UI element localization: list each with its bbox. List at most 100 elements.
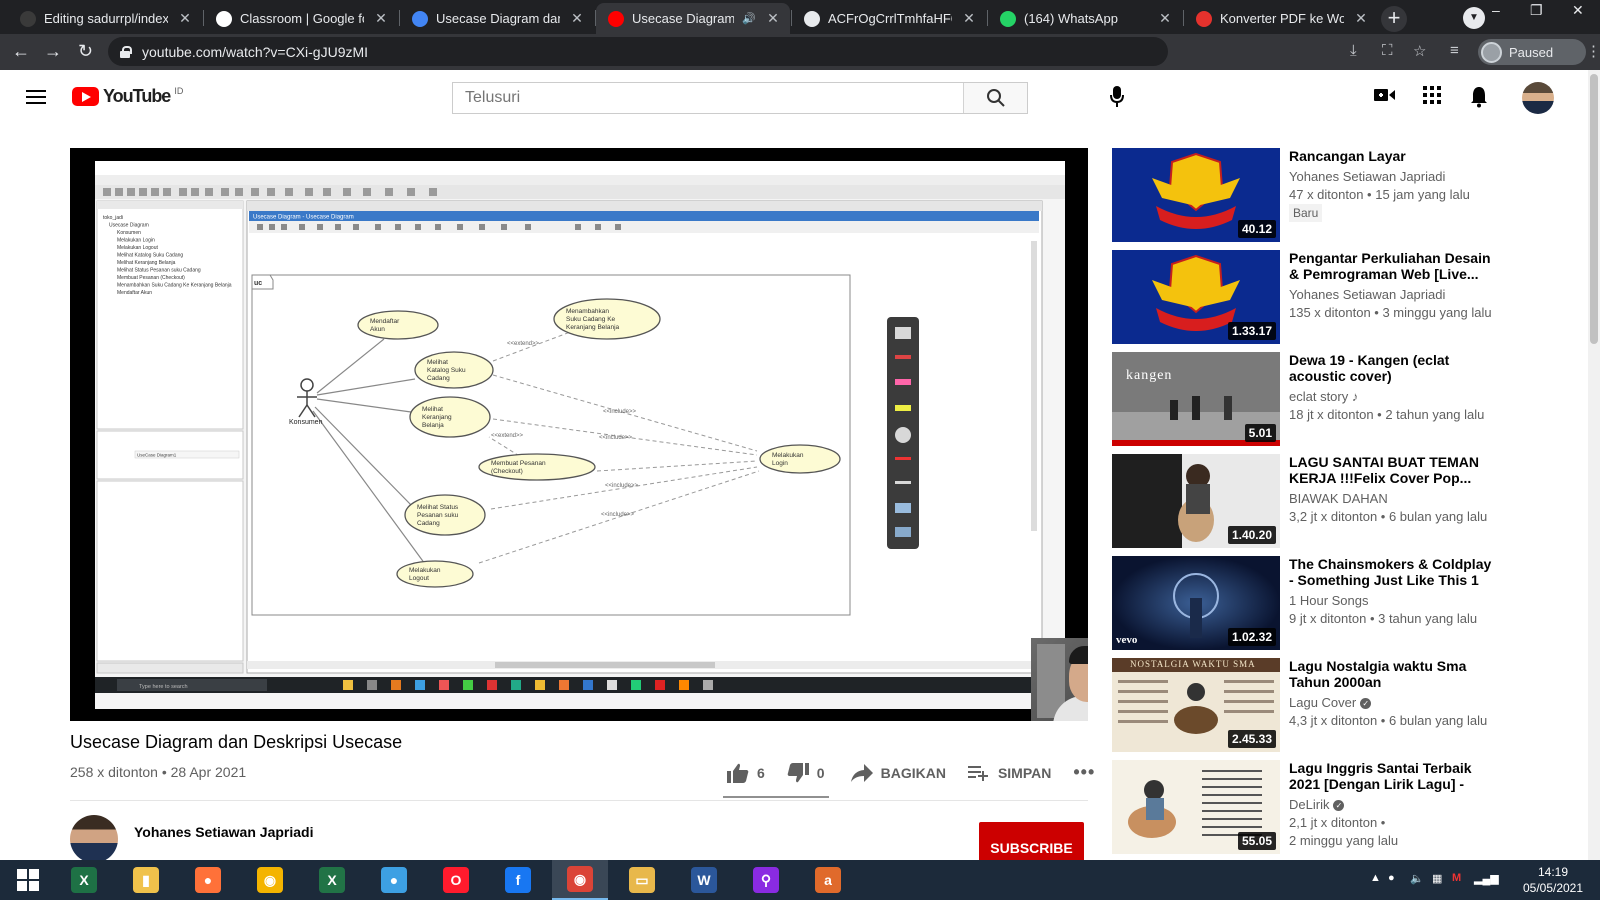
recommended-channel[interactable]: Yohanes Setiawan Japriadi	[1289, 169, 1445, 184]
search-input[interactable]	[453, 83, 963, 113]
recommended-title[interactable]: Pengantar Perkuliahan Desain & Pemrogram…	[1289, 250, 1494, 282]
close-tab-icon[interactable]: ✕	[568, 10, 586, 27]
usecase-pesan[interactable]	[478, 453, 596, 481]
minimize-icon[interactable]: –	[1492, 2, 1500, 18]
taskbar-app[interactable]: ●	[180, 860, 236, 900]
bookmark-star-icon[interactable]: ☆	[1413, 42, 1426, 60]
recommended-channel[interactable]: eclat story ♪	[1289, 389, 1358, 404]
recommended-video[interactable]: 1.33.17 Pengantar Perkuliahan Desain & Pe…	[1112, 250, 1492, 344]
scrollbar-thumb[interactable]	[1590, 74, 1598, 344]
browser-tab[interactable]: ACFrOgCrrlTmhfaHF6Vr ✕	[792, 3, 986, 34]
install-icon[interactable]: ⤓	[1350, 42, 1357, 59]
browser-tab[interactable]: Usecase Diagram da 🔊 ✕	[596, 3, 790, 34]
notifications-bell-icon[interactable]	[1470, 86, 1488, 108]
channel-avatar[interactable]	[70, 815, 118, 860]
browser-tab[interactable]: Editing sadurrpl/index.ht ✕	[8, 3, 202, 34]
tree-item[interactable]: Melihat Katalog Suku Cadang	[117, 253, 183, 259]
usecase-logout[interactable]	[396, 560, 474, 588]
recommended-channel[interactable]: Yohanes Setiawan Japriadi	[1289, 287, 1445, 302]
tree-item[interactable]: toko_jadi	[103, 215, 123, 221]
page-scrollbar[interactable]	[1588, 70, 1600, 860]
taskbar-app[interactable]: X	[304, 860, 360, 900]
video-thumbnail[interactable]: kangen 5.01	[1112, 352, 1280, 446]
hamburger-menu-icon[interactable]	[26, 90, 46, 104]
show-hidden-icons[interactable]: ▲	[1370, 872, 1381, 884]
taskbar-clock[interactable]: 14:19 05/05/2021	[1515, 864, 1591, 896]
tree-item[interactable]: Mendaftar Akun	[117, 290, 152, 296]
tree-item[interactable]: Melakukan Login	[117, 238, 155, 244]
media-control-icon[interactable]: ≡	[1450, 42, 1459, 59]
reload-icon[interactable]: ↻	[78, 41, 93, 61]
tray-keyboard-icon[interactable]: ▦	[1432, 872, 1442, 885]
account-avatar[interactable]	[1522, 82, 1554, 114]
channel-name[interactable]: Yohanes Setiawan Japriadi	[134, 824, 313, 840]
recommended-video[interactable]: 40.12 Rancangan Layar Yohanes Setiawan Jap…	[1112, 148, 1492, 242]
taskbar-app[interactable]: ◉	[242, 860, 298, 900]
search-button[interactable]	[963, 83, 1027, 113]
browser-menu-icon[interactable]: ⋮	[1586, 42, 1600, 60]
tree-item[interactable]: Konsumen	[117, 230, 141, 236]
close-tab-icon[interactable]: ✕	[1352, 10, 1370, 27]
recommended-title[interactable]: Rancangan Layar	[1289, 148, 1494, 164]
recommended-title[interactable]: Dewa 19 - Kangen (eclat acoustic cover)	[1289, 352, 1494, 384]
maximize-icon[interactable]: ❐	[1530, 2, 1543, 19]
recommended-channel[interactable]: 1 Hour Songs	[1289, 593, 1369, 608]
browser-tab[interactable]: (164) WhatsApp ✕	[988, 3, 1182, 34]
profile-button[interactable]: Paused	[1478, 39, 1586, 65]
video-thumbnail[interactable]: 1.40.20	[1112, 454, 1280, 548]
browser-tab[interactable]: Classroom | Google for E ✕	[204, 3, 398, 34]
recommended-channel[interactable]: DeLirik ✓	[1289, 797, 1345, 812]
video-thumbnail[interactable]: vevo 1.02.32	[1112, 556, 1280, 650]
close-tab-icon[interactable]: ✕	[372, 10, 390, 27]
close-tab-icon[interactable]: ✕	[176, 10, 194, 27]
taskbar-app[interactable]: ▮	[118, 860, 174, 900]
share-button[interactable]: BAGIKAN	[850, 763, 946, 782]
close-tab-icon[interactable]: ✕	[1156, 10, 1174, 27]
taskbar-app[interactable]: a	[800, 860, 856, 900]
video-player[interactable]: toko_jadi Usecase Diagram Konsumen Melakuka…	[70, 148, 1088, 721]
tree-item[interactable]: Usecase Diagram	[109, 223, 149, 229]
close-tab-icon[interactable]: ✕	[764, 10, 782, 27]
wifi-signal-icon[interactable]: ▂▄▆	[1474, 872, 1499, 885]
taskbar-app[interactable]: W	[676, 860, 732, 900]
new-tab-button[interactable]: +	[1381, 6, 1407, 32]
tree-item[interactable]: Melihat Status Pesanan suku Cadang	[117, 268, 201, 274]
recommended-channel[interactable]: Lagu Cover ✓	[1289, 695, 1372, 710]
taskbar-app[interactable]: ●	[366, 860, 422, 900]
save-button[interactable]: SIMPAN	[967, 765, 1051, 781]
taskbar-app[interactable]: ▭	[614, 860, 670, 900]
video-thumbnail[interactable]: NOSTALGIA WAKTU SMA 2.45.33	[1112, 658, 1280, 752]
taskbar-app[interactable]: ◉	[552, 860, 608, 900]
address-bar[interactable]: youtube.com/watch?v=CXi-gJU9zMI	[108, 37, 1168, 66]
tree-item[interactable]: Menambahkan Suku Cadang Ke Keranjang Bel…	[117, 283, 232, 289]
tree-item[interactable]: Membuat Pesanan (Checkout)	[117, 275, 185, 281]
recommended-video[interactable]: 1.40.20 LAGU SANTAI BUAT TEMAN KERJA !!!F…	[1112, 454, 1492, 548]
tab-audio-icon[interactable]: 🔊	[742, 12, 756, 25]
recommended-title[interactable]: LAGU SANTAI BUAT TEMAN KERJA !!!Felix Co…	[1289, 454, 1494, 486]
video-thumbnail[interactable]: 40.12	[1112, 148, 1280, 242]
close-tab-icon[interactable]: ✕	[960, 10, 978, 27]
video-thumbnail[interactable]: 1.33.17	[1112, 250, 1280, 344]
subscribe-button[interactable]: SUBSCRIBE	[979, 822, 1084, 860]
taskbar-app[interactable]: X	[56, 860, 112, 900]
translate-icon[interactable]: ⛶	[1382, 42, 1393, 59]
recommended-video[interactable]: kangen 5.01 Dewa 19 - Kangen (eclat acoust…	[1112, 352, 1492, 446]
create-video-icon[interactable]	[1374, 86, 1396, 104]
mcafee-icon[interactable]: M	[1452, 872, 1461, 884]
close-window-icon[interactable]: ✕	[1572, 2, 1584, 19]
youtube-logo[interactable]: YouTube ID	[72, 86, 183, 107]
video-thumbnail[interactable]: 55.05	[1112, 760, 1280, 854]
taskbar-app[interactable]: f	[490, 860, 546, 900]
recommended-title[interactable]: Lagu Inggris Santai Terbaik 2021 [Dengan…	[1289, 760, 1494, 792]
apps-grid-icon[interactable]	[1423, 86, 1441, 104]
recommended-video[interactable]: 55.05 Lagu Inggris Santai Terbaik 2021 [D…	[1112, 760, 1492, 854]
tree-item[interactable]: Melihat Keranjang Belanja	[117, 260, 176, 266]
recommended-video[interactable]: vevo 1.02.32 The Chainsmokers & Coldplay -…	[1112, 556, 1492, 650]
recommended-video[interactable]: NOSTALGIA WAKTU SMA 2.45.33 Lagu Nostalgia…	[1112, 658, 1492, 752]
recommended-title[interactable]: Lagu Nostalgia waktu Sma Tahun 2000an	[1289, 658, 1494, 690]
tray-app-icon[interactable]: ●	[1388, 872, 1395, 884]
dislike-button[interactable]: 0	[787, 762, 825, 783]
recommended-channel[interactable]: BIAWAK DAHAN	[1289, 491, 1388, 506]
more-actions-button[interactable]: •••	[1073, 762, 1095, 783]
taskbar-app[interactable]: ⚲	[738, 860, 794, 900]
